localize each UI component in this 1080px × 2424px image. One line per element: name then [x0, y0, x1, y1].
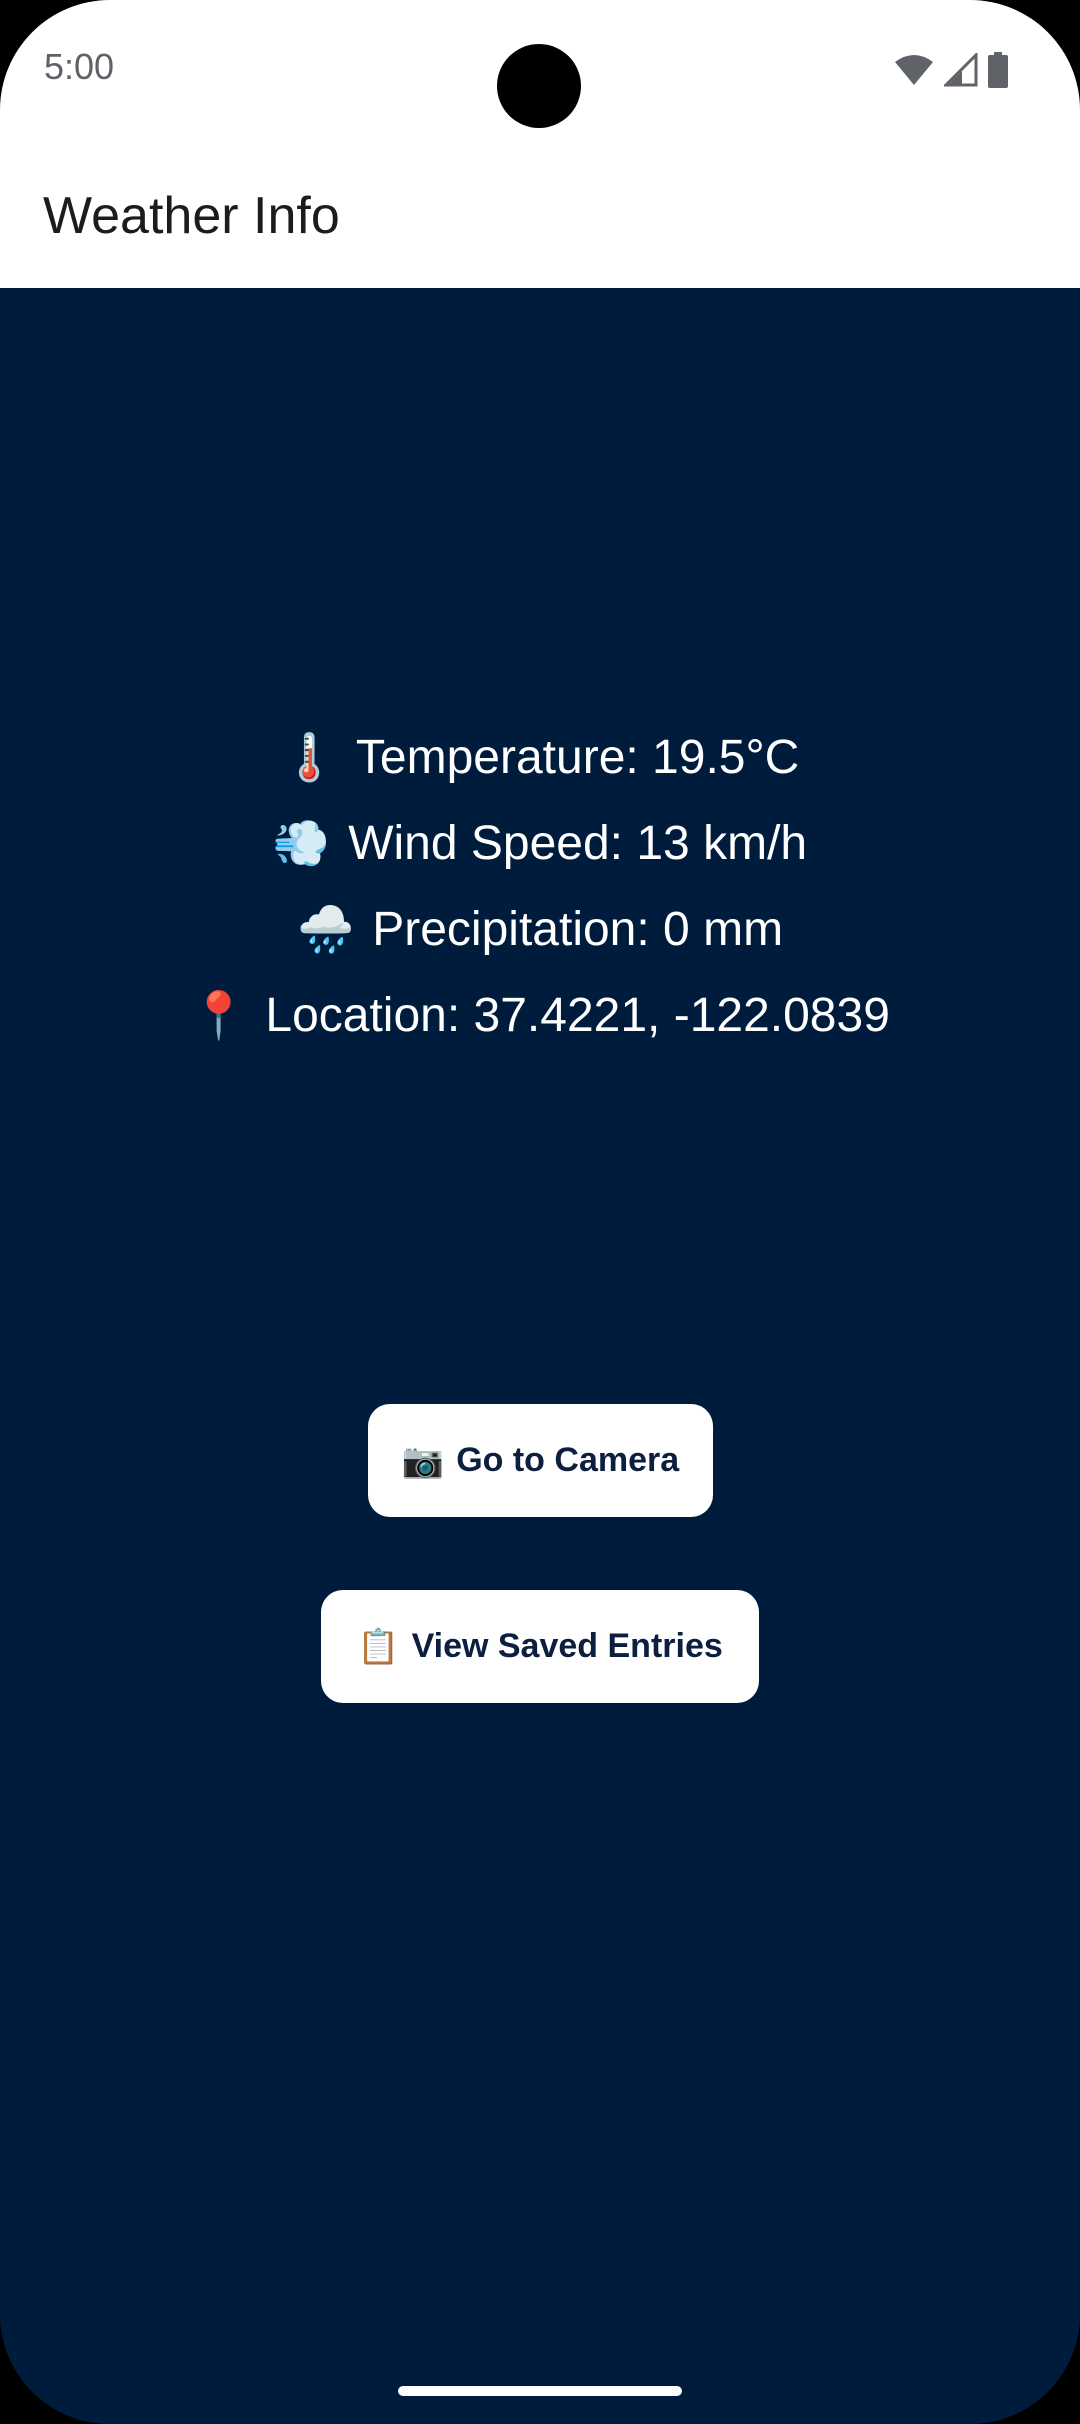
temperature-text: Temperature: 19.5°C	[355, 730, 800, 784]
view-saved-entries-button[interactable]: 📋 View Saved Entries	[321, 1590, 759, 1703]
weather-info: 🌡️ Temperature: 19.5°C 💨 Wind Speed: 13 …	[0, 714, 1080, 1058]
phone-screen: 5:00 Weather Info 🌡️ Temperature: 19.5°C…	[0, 0, 1080, 2424]
clipboard-icon: 📋	[357, 1627, 400, 1666]
camera-icon: 📷	[401, 1441, 445, 1480]
camera-cutout	[497, 44, 581, 128]
status-icons	[894, 52, 1008, 88]
rain-cloud-icon: 🌧️	[296, 902, 355, 955]
app-title: Weather Info	[43, 187, 340, 245]
location-text: Location: 37.4221, -122.0839	[265, 988, 890, 1042]
main-content	[0, 288, 1080, 2424]
location-pin-icon: 📍	[190, 988, 248, 1041]
wind-speed-line: 💨 Wind Speed: 13 km/h	[273, 800, 807, 886]
status-time: 5:00	[44, 46, 115, 87]
thermometer-icon: 🌡️	[280, 730, 338, 783]
precipitation-text: Precipitation: 0 mm	[372, 902, 784, 956]
wind-speed-text: Wind Speed: 13 km/h	[348, 816, 808, 870]
status-bar: 5:00	[0, 0, 1080, 140]
wifi-icon	[895, 55, 933, 85]
precipitation-line: 🌧️ Precipitation: 0 mm	[297, 886, 783, 972]
location-line: 📍 Location: 37.4221, -122.0839	[190, 972, 890, 1058]
home-indicator[interactable]	[398, 2386, 682, 2396]
go-to-camera-button[interactable]: 📷 Go to Camera	[368, 1404, 713, 1517]
cellular-signal-icon	[944, 53, 978, 87]
view-saved-entries-label: View Saved Entries	[411, 1627, 723, 1665]
go-to-camera-label: Go to Camera	[456, 1441, 680, 1479]
battery-icon	[988, 52, 1008, 88]
temperature-line: 🌡️ Temperature: 19.5°C	[281, 714, 800, 800]
app-bar: Weather Info	[0, 140, 1080, 288]
wind-icon: 💨	[272, 816, 331, 869]
